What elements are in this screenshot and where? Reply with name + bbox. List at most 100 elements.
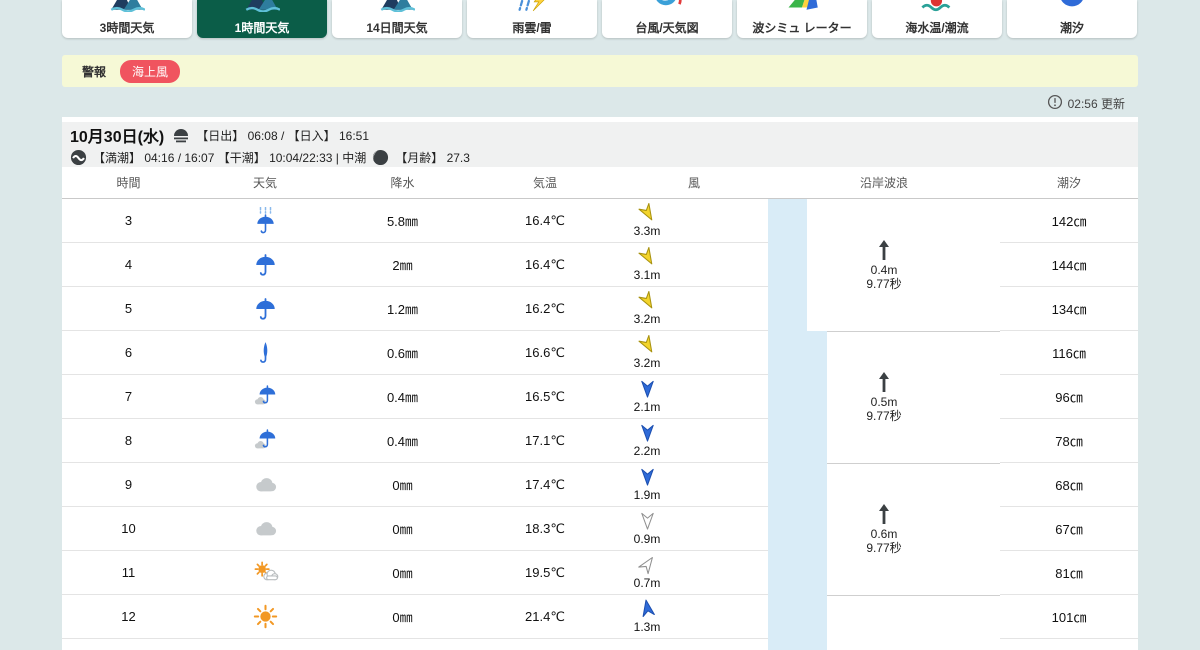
hour-value: 6 (62, 331, 195, 375)
wind-direction-icon (637, 555, 657, 577)
tide-ball-icon (1054, 0, 1090, 12)
high-low-tide-text: 【満潮】 04:16 / 16:07 【干潮】 10:04/22:33 | 中潮 (93, 151, 367, 165)
date-label: 10月30日(水) (70, 129, 165, 146)
wind-cell: 3.1m (620, 243, 768, 287)
wave-group-content: 0.6m 9.77秒 (768, 463, 1000, 595)
tide-value: 134㎝ (1000, 287, 1138, 331)
wind-block: 3.1m (624, 246, 670, 282)
tide-value: 142㎝ (1000, 199, 1138, 243)
wave-group: 0.5m 9.77秒 (768, 331, 1000, 464)
weather-cell (195, 243, 335, 287)
wave-period-value: 9.77秒 (866, 409, 902, 423)
cloudy-icon (252, 515, 279, 542)
tab-8[interactable]: 潮汐 (1007, 0, 1137, 38)
wind-speed-value: 2.2m (633, 444, 661, 458)
precipitation-value: 0.6㎜ (335, 331, 470, 375)
temperature-value: 19.5℃ (470, 551, 620, 595)
tab-3[interactable]: 14日間天気 (332, 0, 462, 38)
precipitation-value: 0㎜ (335, 551, 470, 595)
tide-wave-icon (70, 149, 87, 166)
wind-direction-icon (638, 379, 657, 401)
tab-label: 1時間天気 (234, 21, 290, 35)
tab-5[interactable]: 台風/天気図 (602, 0, 732, 38)
sunrise-icon (172, 127, 190, 144)
hour-value: 8 (62, 419, 195, 463)
wind-direction-icon (637, 202, 657, 225)
wave-period-value: 9.77秒 (866, 541, 902, 555)
heavy-rain-icon (252, 206, 279, 234)
column-header: 潮汐 (1056, 176, 1081, 190)
typhoon-icon (649, 0, 685, 12)
wind-cell: 1.9m (620, 463, 768, 507)
wind-speed-value: 1.3m (633, 620, 661, 634)
column-header: 気温 (532, 176, 557, 190)
wind-block: 3.2m (624, 334, 670, 370)
tab-label: 潮汐 (1059, 21, 1084, 35)
tab-4[interactable]: 雨雲/雷 (467, 0, 597, 38)
tab-label: 波シミュ レーター (752, 21, 852, 35)
hour-value: 3 (62, 199, 195, 243)
wind-speed-value: 1.9m (633, 488, 661, 502)
rain-icon (252, 251, 279, 278)
table-body: 0.4m 9.77秒 0.5m 9.77秒 0.6m 9.77秒 3 5.8㎜ 16.4℃… (62, 199, 1138, 650)
wind-cell: 3.3m (620, 199, 768, 243)
precipitation-value: 0㎜ (335, 595, 470, 639)
column-header: 時間 (116, 176, 141, 190)
hour-value: 12 (62, 595, 195, 639)
wind-speed-value: 0.9m (633, 532, 661, 546)
precipitation-value: 0.4㎜ (335, 419, 470, 463)
temperature-value: 21.4℃ (470, 595, 620, 639)
tab-1[interactable]: 3時間天気 (62, 0, 192, 38)
rain-cloud-icon (252, 383, 279, 410)
temperature-value: 16.4℃ (470, 199, 620, 243)
date-header: 10月30日(水) 【日出】 06:08 / 【日入】 16:51 【満潮】 0… (62, 122, 1138, 167)
hour-value: 7 (62, 375, 195, 419)
temperature-value: 18.3℃ (470, 507, 620, 551)
weather-cell (195, 507, 335, 551)
tab-label: 海水温/潮流 (905, 21, 969, 35)
hour-value: 11 (62, 551, 195, 595)
alert-label: 警報 (82, 64, 107, 79)
wind-cell: 0.9m (620, 507, 768, 551)
tab-2[interactable]: 1時間天気 (197, 0, 327, 38)
wave-direction-arrow-icon (876, 371, 892, 393)
wind-direction-icon (638, 599, 657, 621)
date-line-2: 【満潮】 04:16 / 16:07 【干潮】 10:04/22:33 | 中潮… (70, 149, 1138, 166)
forecast-panel: 10月30日(水) 【日出】 06:08 / 【日入】 16:51 【満潮】 0… (62, 117, 1138, 650)
info-icon (1047, 94, 1063, 113)
mountain-logo-icon (109, 0, 146, 13)
column-header: 天気 (252, 176, 277, 190)
temperature-value: 16.2℃ (470, 287, 620, 331)
column-header: 沿岸波浪 (859, 176, 908, 190)
wind-speed-value: 3.2m (633, 356, 661, 370)
hour-value (62, 639, 195, 650)
tab-7[interactable]: 海水温/潮流 (872, 0, 1002, 38)
precipitation-value: 0.4㎜ (335, 375, 470, 419)
alert-badge-kaijoufuu[interactable]: 海上風 (120, 59, 181, 83)
wind-direction-icon (637, 246, 657, 269)
weather-cell (195, 595, 335, 639)
wind-cell: 2.2m (620, 419, 768, 463)
date-line-1: 10月30日(水) 【日出】 06:08 / 【日入】 16:51 (70, 123, 1138, 147)
weather-cell (195, 551, 335, 595)
wind-direction-icon (637, 334, 657, 357)
wind-direction-icon (638, 511, 657, 533)
tab-6[interactable]: 波シミュ レーター (737, 0, 867, 38)
weather-cell (195, 375, 335, 419)
tide-value: 96㎝ (1000, 375, 1138, 419)
weather-cell (195, 419, 335, 463)
temperature-value: 16.4℃ (470, 243, 620, 287)
wind-speed-value: 0.7m (633, 576, 661, 590)
wind-cell (620, 639, 768, 650)
wind-block: 3.3m (624, 202, 670, 238)
table-header: 時間 天気 降水 気温 風 沿岸波浪 潮汐 (62, 167, 1138, 199)
wind-speed-value: 3.1m (633, 268, 661, 282)
weather-cell (195, 287, 335, 331)
tide-value: 116㎝ (1000, 331, 1138, 375)
mountain-logo-icon (244, 0, 281, 13)
temperature-value: 17.1℃ (470, 419, 620, 463)
wind-block: 0.9m (624, 511, 670, 546)
moon-age-text: 【月齢】 27.3 (395, 151, 470, 165)
wave-height-value: 0.4m (870, 263, 898, 277)
hour-value: 4 (62, 243, 195, 287)
